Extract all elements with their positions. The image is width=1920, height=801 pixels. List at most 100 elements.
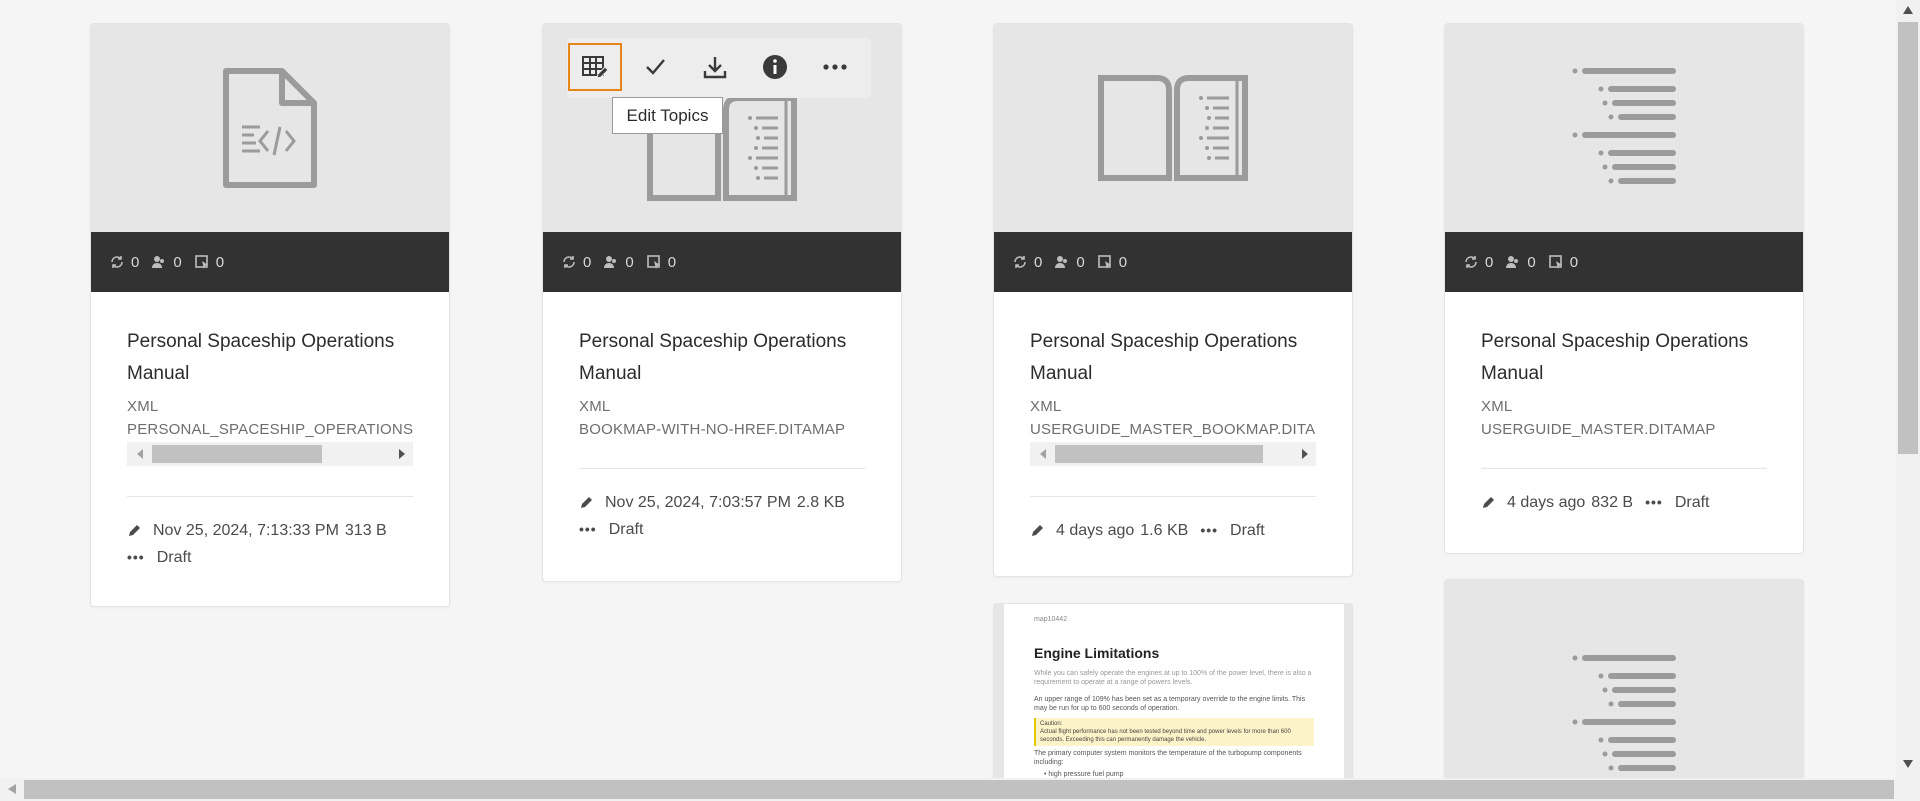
preview-paragraph: The primary computer system monitors the… bbox=[1034, 750, 1302, 766]
filename-scrollbar[interactable] bbox=[127, 442, 413, 466]
card-thumbnail[interactable] bbox=[1445, 580, 1803, 778]
modified-date: 4 days ago bbox=[1056, 522, 1135, 539]
status-dots-icon: ••• bbox=[579, 521, 597, 537]
comments-icon bbox=[194, 255, 208, 269]
card-filename: PERSONAL_SPACESHIP_OPERATIONS_ bbox=[127, 421, 413, 438]
stat-value: 0 bbox=[1569, 253, 1579, 271]
scroll-down-arrow-icon[interactable] bbox=[1903, 760, 1913, 768]
modified-date: 4 days ago bbox=[1507, 494, 1586, 511]
card-stats-bar: 0 0 0 bbox=[543, 232, 901, 292]
asset-card[interactable]: 0 0 0 Personal Spaceship Operations Manu… bbox=[1444, 23, 1804, 554]
card-thumbnail[interactable] bbox=[994, 24, 1352, 232]
sync-icon bbox=[1465, 256, 1477, 268]
asset-card[interactable]: 0 0 0 Personal Spaceship Operations Manu… bbox=[90, 23, 450, 607]
vertical-scroll-thumb[interactable] bbox=[1898, 22, 1918, 454]
pencil-icon bbox=[581, 496, 592, 508]
card-filename: USERGUIDE_MASTER_BOOKMAP.DITA bbox=[1030, 421, 1316, 438]
preview-id: map10442 bbox=[1034, 616, 1068, 623]
pencil-icon bbox=[1032, 524, 1043, 536]
comments-icon bbox=[1097, 255, 1111, 269]
status-dots-icon: ••• bbox=[1200, 522, 1219, 538]
stat-value: 0 bbox=[1485, 253, 1494, 271]
sync-icon bbox=[111, 256, 123, 268]
edit-topics-tooltip: Edit Topics bbox=[612, 97, 723, 134]
pencil-icon bbox=[1483, 496, 1494, 508]
card-filename: USERGUIDE_MASTER.DITAMAP bbox=[1481, 421, 1716, 438]
card-stats-bar: 0 0 0 bbox=[1445, 232, 1803, 292]
edit-topics-button[interactable] bbox=[568, 43, 622, 91]
card-type: XML bbox=[127, 398, 159, 415]
scroll-left-arrow-icon[interactable] bbox=[8, 784, 16, 794]
ditamap-icon bbox=[1572, 655, 1676, 771]
bullet-text: high pressure fuel pump bbox=[1048, 771, 1124, 778]
divider bbox=[579, 468, 865, 469]
reviewers-icon bbox=[1055, 256, 1068, 268]
stat-value: 0 bbox=[1118, 253, 1128, 271]
scroll-up-arrow-icon[interactable] bbox=[1903, 6, 1913, 14]
card-meta: 4 days ago 832 B ••• Draft bbox=[1481, 489, 1767, 516]
approve-button[interactable] bbox=[628, 43, 682, 91]
divider bbox=[1481, 468, 1767, 469]
card-meta: Nov 25, 2024, 7:03:57 PM 2.8 KB ••• Draf… bbox=[579, 489, 865, 543]
divider bbox=[127, 496, 413, 497]
info-icon bbox=[763, 55, 787, 79]
stat-value: 0 bbox=[131, 253, 140, 271]
bookmap-icon bbox=[1098, 75, 1248, 181]
more-icon bbox=[823, 64, 847, 70]
comments-icon bbox=[646, 255, 660, 269]
preview-paragraph: While you can safely operate the engines… bbox=[1034, 670, 1312, 686]
card-title[interactable]: Personal Spaceship Operations Manual bbox=[1030, 326, 1316, 390]
caution-text: Actual flight performance has not been t… bbox=[1040, 729, 1291, 743]
xml-file-icon bbox=[223, 68, 317, 188]
download-button[interactable] bbox=[688, 43, 742, 91]
card-title[interactable]: Personal Spaceship Operations Manual bbox=[127, 326, 413, 390]
horizontal-scrollbar[interactable] bbox=[0, 778, 1920, 801]
horizontal-scroll-thumb[interactable] bbox=[24, 780, 1894, 799]
scroll-right-arrow-icon[interactable] bbox=[1302, 449, 1308, 459]
status-label: Draft bbox=[1230, 522, 1265, 539]
scroll-left-arrow-icon[interactable] bbox=[1040, 449, 1046, 459]
stat-value: 0 bbox=[1034, 253, 1043, 271]
status-label: Draft bbox=[608, 521, 644, 538]
modified-date: Nov 25, 2024, 7:13:33 PM bbox=[153, 522, 339, 539]
card-type: XML bbox=[579, 398, 611, 415]
card-type: XML bbox=[1481, 398, 1513, 415]
stat-value: 0 bbox=[583, 253, 592, 271]
file-size: 1.6 KB bbox=[1140, 522, 1189, 539]
reviewers-icon bbox=[152, 256, 165, 268]
topic-preview: map10442 Engine Limitations While you ca… bbox=[1004, 604, 1344, 778]
card-meta: 4 days ago 1.6 KB ••• Draft bbox=[1030, 517, 1316, 544]
card-stats-bar: 0 0 0 bbox=[91, 232, 449, 292]
card-stats-bar: 0 0 0 bbox=[994, 232, 1352, 292]
pencil-icon bbox=[129, 524, 140, 536]
scroll-right-arrow-icon[interactable] bbox=[399, 449, 405, 459]
card-meta: Nov 25, 2024, 7:13:33 PM 313 B ••• Draft bbox=[127, 517, 413, 571]
file-size: 2.8 KB bbox=[796, 494, 845, 511]
card-thumbnail[interactable] bbox=[1445, 24, 1803, 232]
card-title[interactable]: Personal Spaceship Operations Manual bbox=[579, 326, 865, 390]
file-size: 313 B bbox=[344, 522, 387, 539]
modified-date: Nov 25, 2024, 7:03:57 PM bbox=[605, 494, 791, 511]
stat-value: 0 bbox=[667, 253, 677, 271]
scroll-left-arrow-icon[interactable] bbox=[137, 449, 143, 459]
check-icon bbox=[646, 59, 665, 75]
asset-card[interactable]: map10442 Engine Limitations While you ca… bbox=[993, 603, 1353, 778]
more-actions-button[interactable] bbox=[808, 43, 862, 91]
comments-icon bbox=[1548, 255, 1562, 269]
stat-value: 0 bbox=[625, 253, 634, 271]
asset-card[interactable] bbox=[1444, 579, 1804, 778]
card-thumbnail[interactable] bbox=[91, 24, 449, 232]
preview-paragraph: An upper range of 109% has been set as a… bbox=[1034, 696, 1306, 712]
info-button[interactable] bbox=[748, 43, 802, 91]
scroll-thumb[interactable] bbox=[1055, 445, 1263, 463]
vertical-scrollbar[interactable] bbox=[1896, 0, 1920, 778]
card-type: XML bbox=[1030, 398, 1062, 415]
status-label: Draft bbox=[1674, 494, 1710, 511]
asset-card[interactable]: 0 0 0 Personal Spaceship Operations Manu… bbox=[993, 23, 1353, 577]
file-size: 832 B bbox=[1591, 494, 1634, 511]
scroll-thumb[interactable] bbox=[152, 445, 322, 463]
filename-scrollbar[interactable] bbox=[1030, 442, 1316, 466]
card-title[interactable]: Personal Spaceship Operations Manual bbox=[1481, 326, 1767, 390]
preview-caution: Caution: Actual flight performance has n… bbox=[1034, 718, 1314, 746]
status-label: Draft bbox=[156, 549, 192, 566]
